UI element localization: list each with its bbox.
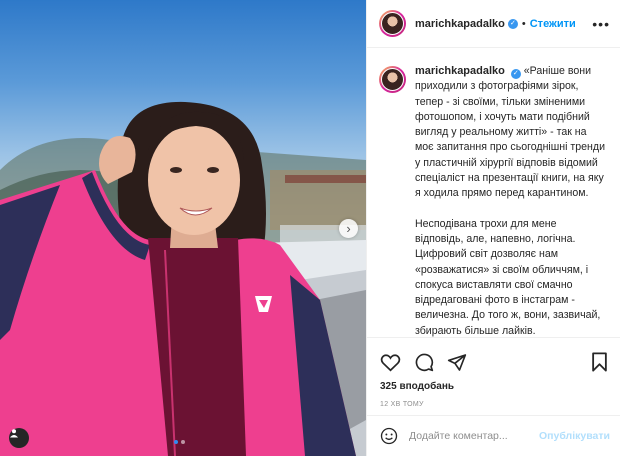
paper-plane-icon[interactable] <box>447 353 467 372</box>
separator: • <box>521 17 526 30</box>
heart-icon[interactable] <box>380 353 401 372</box>
post-photo[interactable]: › <box>0 0 366 456</box>
bookmark-icon[interactable] <box>591 352 608 372</box>
follow-button[interactable]: Стежити <box>530 18 576 30</box>
user-tag-icon <box>10 429 18 438</box>
publish-button[interactable]: Опублікувати <box>539 430 610 442</box>
chevron-right-icon: › <box>346 221 351 236</box>
caption-avatar[interactable] <box>379 66 406 93</box>
caption-paragraph-2: Несподівана трохи для мене відповідь, ал… <box>415 217 601 337</box>
verified-badge-icon: ✓ <box>507 18 518 29</box>
comment-bar: Додайте коментар... Опублікувати <box>367 415 620 456</box>
next-photo-button[interactable]: › <box>339 219 358 238</box>
smiley-icon[interactable] <box>380 427 398 445</box>
post-header: marichkapadalko ✓ • Стежити ••• <box>367 0 620 48</box>
caption-username[interactable]: marichkapadalko <box>415 65 505 77</box>
avatar[interactable] <box>379 10 406 37</box>
carousel-dot-active <box>174 440 178 444</box>
comment-icon[interactable] <box>414 352 434 372</box>
likes-count[interactable]: 325 вподобань <box>380 381 608 392</box>
caption-scroll-area[interactable]: marichkapadalko ✓ «Раніше вони приходили… <box>367 49 620 337</box>
woman-in-pink-jacket-image <box>0 101 366 456</box>
tagged-users-button[interactable] <box>9 428 29 448</box>
comment-input[interactable]: Додайте коментар... <box>409 430 539 442</box>
caption-text: marichkapadalko ✓ «Раніше вони приходили… <box>415 64 605 337</box>
post-sidebar: marichkapadalko ✓ • Стежити ••• marichka… <box>366 0 620 456</box>
carousel-indicator <box>174 440 185 444</box>
verified-badge-icon: ✓ <box>510 69 521 79</box>
post-actions: 325 вподобань 12 ХВ ТОМУ <box>367 337 620 408</box>
carousel-dot <box>181 440 185 444</box>
post-timestamp[interactable]: 12 ХВ ТОМУ <box>380 401 608 408</box>
username-link[interactable]: marichkapadalko <box>415 18 505 30</box>
more-options-button[interactable]: ••• <box>592 16 610 32</box>
caption-paragraph-1: «Раніше вони приходили з фотографіями зі… <box>415 65 606 200</box>
